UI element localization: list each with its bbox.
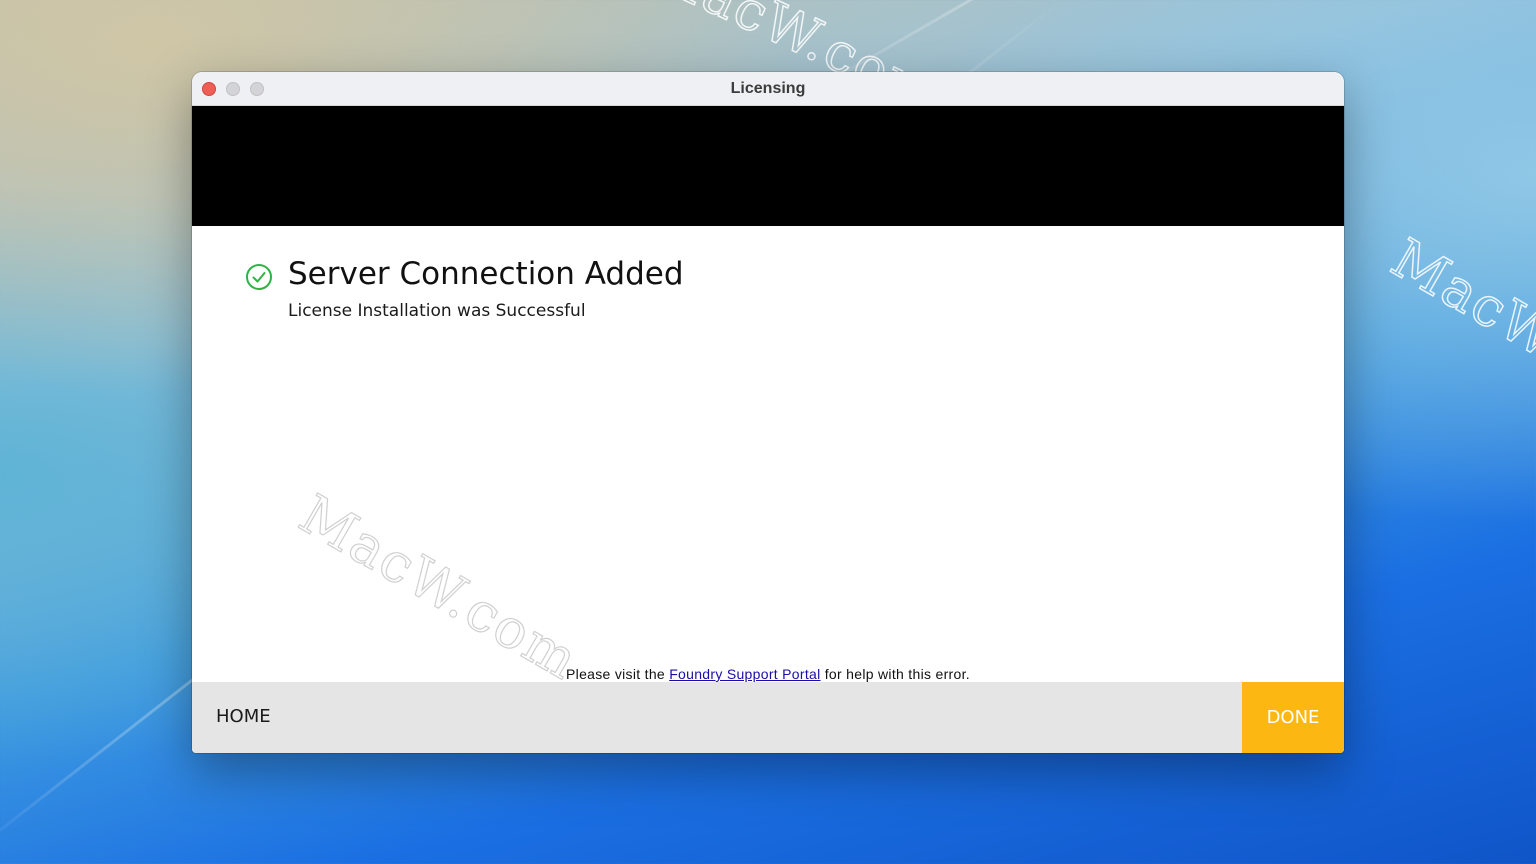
help-suffix: for help with this error. <box>820 666 970 682</box>
help-prefix: Please visit the <box>566 666 670 682</box>
done-button[interactable]: DONE <box>1242 682 1344 753</box>
watermark-logo: MacW.com <box>288 482 590 693</box>
header-banner <box>192 106 1344 226</box>
title-bar: Licensing <box>192 72 1344 106</box>
message-area: Server Connection Added License Installa… <box>192 226 1344 693</box>
window-title: Licensing <box>730 80 806 97</box>
help-message: Please visit the Foundry Support Portal … <box>192 666 1344 682</box>
support-portal-link[interactable]: Foundry Support Portal <box>669 666 820 682</box>
status-subheading: License Installation was Successful <box>288 301 586 321</box>
check-circle-icon <box>245 263 273 291</box>
licensing-window: Licensing Server Connection Added Licens… <box>192 72 1344 753</box>
home-button[interactable]: HOME <box>216 706 271 727</box>
watermark-logo: MacW.com <box>1380 226 1536 438</box>
status-heading: Server Connection Added <box>288 256 684 292</box>
footer-bar: HOME DONE <box>192 682 1344 753</box>
